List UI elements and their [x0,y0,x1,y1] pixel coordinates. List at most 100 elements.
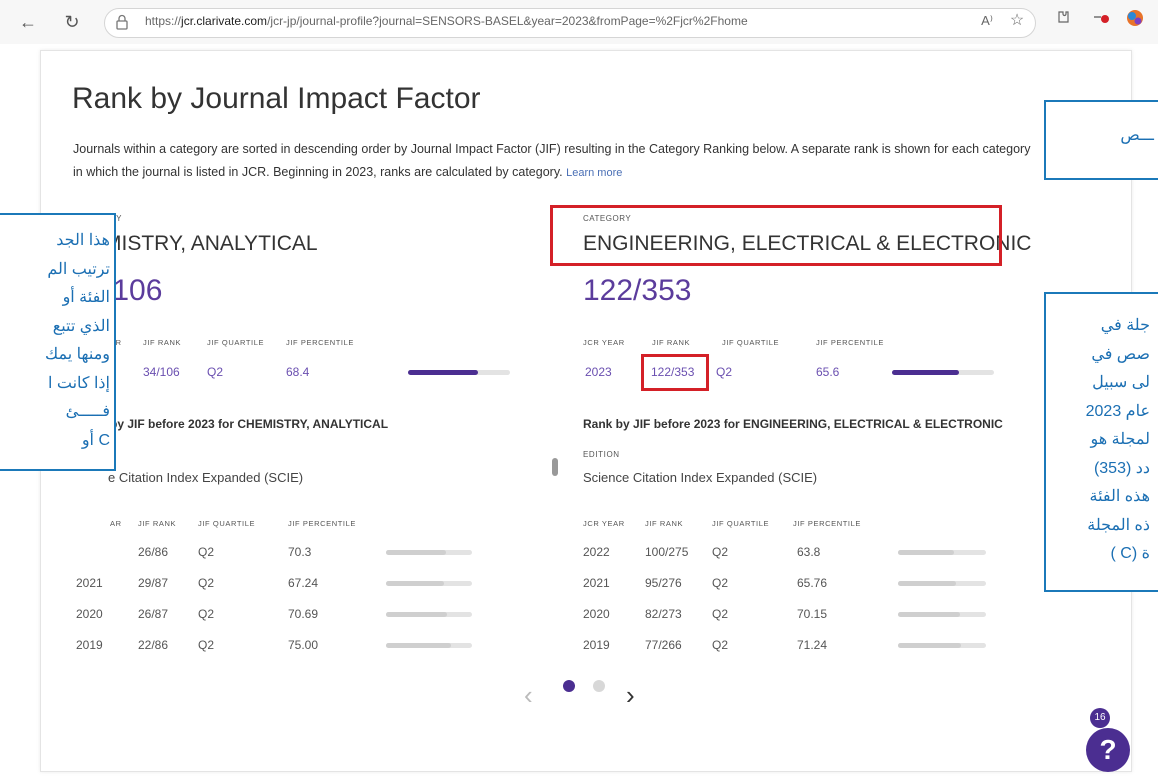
carousel-next-button[interactable]: › [626,680,635,711]
annotation-line: هذه الفئة [1089,488,1150,505]
history-jif-rank: 26/87 [138,607,169,621]
history-heading: by JIF before 2023 for CHEMISTRY, ANALYT… [110,417,389,431]
jif-quartile-header: JIF QUARTILE [207,338,265,347]
jif-percentile-header: JIF PERCENTILE [816,338,884,347]
annotation-line: فـــــئ [65,403,110,420]
history-year: 2020 [583,607,610,621]
history-jif-rank: 95/276 [645,576,682,590]
jif-percentile-header: JIF PERCENTILE [288,519,356,528]
annotation-line: ومنها يمك [44,346,110,363]
annotation-box-top-right: ـــص [1044,100,1158,180]
history-percentile-bar-fill [898,550,955,555]
history-percentile-bar [898,612,986,617]
history-percentile: 70.15 [797,607,828,621]
history-percentile-bar-fill [386,612,447,617]
annotation-line: ـــص [1120,127,1154,144]
scroll-indicator[interactable] [552,458,558,476]
history-percentile: 75.00 [288,638,319,652]
current-jif-rank[interactable]: 34/106 [143,365,180,379]
edition-value: Science Citation Index Expanded (SCIE) [583,470,818,485]
annotation-line: ترتيب الم [47,260,110,278]
history-year: 2022 [583,545,610,559]
history-percentile-bar [386,581,472,586]
history-percentile: 65.76 [797,576,828,590]
category-name: MISTRY, ANALYTICAL [104,232,318,255]
history-jif-rank: 22/86 [138,638,169,652]
percentile-bar-fill [892,370,959,375]
current-jif-percentile: 68.4 [286,365,310,379]
history-percentile-bar-fill [386,550,447,555]
history-percentile: 63.8 [797,545,821,559]
history-quartile: Q2 [712,607,729,621]
annotation-line: صص في [1091,345,1150,363]
lock-icon [116,14,128,30]
history-percentile-bar-fill [898,612,960,617]
edition-value: e Citation Index Expanded (SCIE) [108,470,304,485]
jcr-year-header: AR [110,519,122,528]
annotation-line: C أو [81,431,110,449]
history-percentile-bar-fill [898,643,961,648]
history-quartile: Q2 [198,638,215,652]
extensions-icon[interactable] [1050,8,1076,34]
percentile-bar [408,370,510,375]
jif-percentile-header: JIF PERCENTILE [793,519,861,528]
history-percentile-bar-fill [386,643,451,648]
carousel-prev-button[interactable]: ‹ [524,680,533,711]
history-percentile: 67.24 [288,576,319,590]
annotation-box-right: جلة في صص في لى سبيل عام 2023 لمجلة هو دد (35… [1044,292,1158,592]
history-percentile-bar [898,550,986,555]
back-icon[interactable]: ← [16,10,40,34]
history-quartile: Q2 [198,607,215,621]
history-jif-rank: 26/86 [138,545,169,559]
jif-quartile-header: JIF QUARTILE [712,519,770,528]
history-percentile: 71.24 [797,638,828,652]
profile-icon[interactable] [1090,8,1116,34]
current-jif-percentile: 65.6 [816,365,840,379]
annotation-line: الفئة أو [62,289,110,306]
annotation-line: دد (353) [1093,459,1150,477]
annotation-line: جلة في [1100,317,1150,334]
current-jif-quartile: Q2 [716,365,733,379]
annotation-line: ة (C ) [1110,545,1151,562]
annotation-box-left: هذا الجد ترتيب الم الفئة أو الذي تتبع ومنها … [0,213,116,471]
help-button[interactable]: ? [1086,728,1130,772]
history-jif-rank: 100/275 [645,545,689,559]
learn-more-link[interactable]: Learn more [566,167,622,179]
current-jcr-year: 2023 [585,365,612,379]
annotation-line: إذا كانت ا [47,374,110,392]
history-percentile: 70.69 [288,607,319,621]
favorite-icon[interactable]: ☆ [1004,8,1030,34]
history-quartile: Q2 [712,545,729,559]
carousel-dot-active[interactable] [563,680,575,692]
annotation-line: لى سبيل [1092,374,1150,391]
history-percentile-bar [898,581,986,586]
carousel-dot[interactable] [593,680,605,692]
history-quartile: Q2 [712,576,729,590]
highlight-box [641,354,709,391]
history-percentile-bar [386,612,472,617]
jif-rank-header: JIF RANK [138,519,177,528]
copilot-icon[interactable] [1122,8,1148,34]
jcr-year-header: JCR YEAR [583,338,625,347]
jcr-year-header: JCR YEAR [583,519,625,528]
annotation-line: الذي تتبع [52,317,110,335]
jif-rank-header: JIF RANK [645,519,684,528]
history-jif-rank: 77/266 [645,638,682,652]
jif-rank-header: JIF RANK [143,338,182,347]
address-bar[interactable]: https://jcr.clarivate.com/jcr-jp/journal… [104,8,1036,38]
page-title: Rank by Journal Impact Factor [72,82,481,115]
history-percentile-bar [898,643,986,648]
percentile-bar-fill [408,370,478,375]
browser-toolbar: ← ↻ https://jcr.clarivate.com/jcr-jp/jou… [0,0,1158,44]
history-quartile: Q2 [198,545,215,559]
current-jif-quartile: Q2 [207,365,224,379]
notification-badge: 16 [1090,708,1110,728]
read-aloud-icon[interactable]: A⁾ [974,8,1000,34]
history-year: 2019 [76,638,103,652]
percentile-bar [892,370,994,375]
jif-quartile-header: JIF QUARTILE [722,338,780,347]
page-description: Journals within a category are sorted in… [73,142,1031,179]
history-year: 2020 [76,607,103,621]
history-percentile-bar [386,643,472,648]
refresh-icon[interactable]: ↻ [60,10,84,34]
